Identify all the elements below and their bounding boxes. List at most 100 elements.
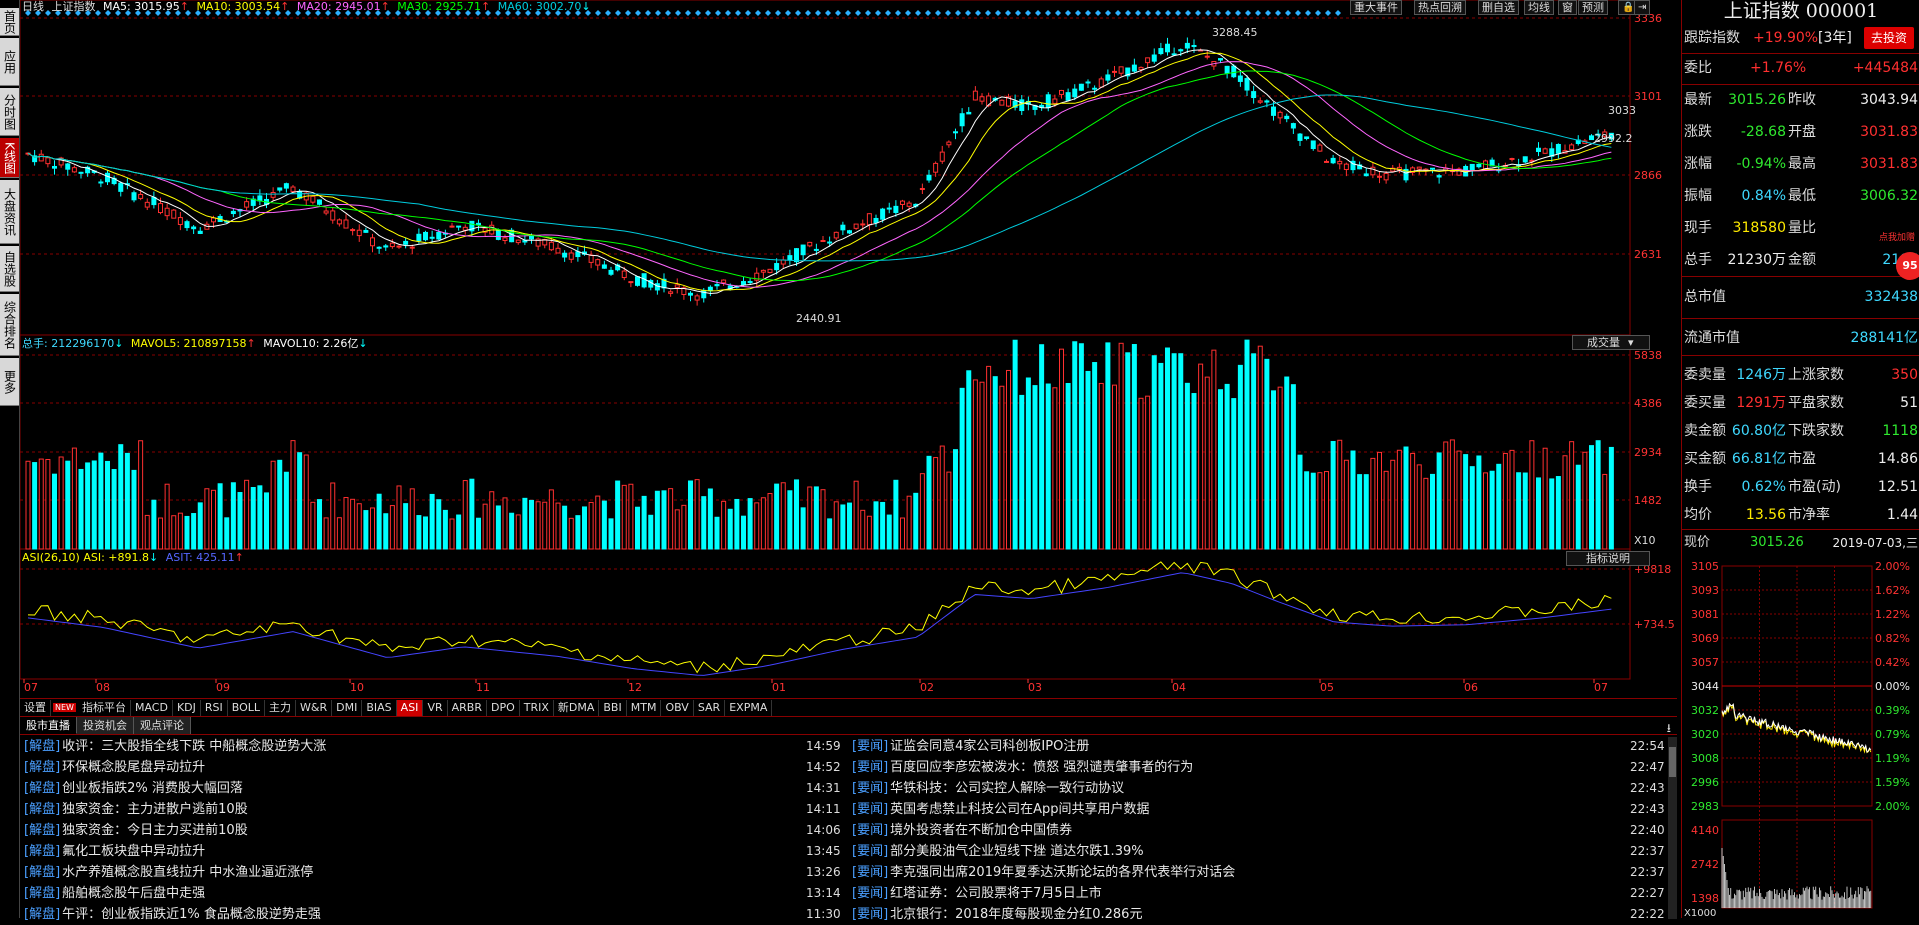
webi-pct: +1.76% (1750, 60, 1807, 76)
news-item[interactable]: [解盘] 收评：三大股指全线下跌 中船概念股逆势大涨 (24, 736, 326, 757)
indicator-tab-6[interactable]: 主力 (265, 699, 297, 716)
nav-6[interactable]: 综合排名 (0, 294, 19, 356)
nav-5[interactable]: 自选股 (0, 246, 19, 292)
nav-4[interactable]: 大盘资讯 (0, 180, 19, 244)
news-tab-2[interactable]: 观点评论 (134, 717, 191, 734)
candle-body (674, 284, 680, 288)
indicator-tab-15[interactable]: 新DMA (554, 699, 600, 716)
indicator-tab-11[interactable]: VR (423, 699, 448, 716)
quote-label: 换手 (1684, 479, 1712, 495)
invest-button[interactable]: 去投资 (1864, 27, 1915, 49)
news-title: 红塔证券：公司股票将于7月5日上市 (890, 886, 1102, 901)
quote-value: 0.62% (1741, 479, 1786, 495)
news-scrollbar[interactable] (1668, 737, 1677, 919)
indicator-tab-8[interactable]: DMI (332, 699, 363, 716)
nav-1[interactable]: 应用 (0, 38, 19, 86)
news-item[interactable]: [解盘] 创业板指跌2% 消费股大幅回落 (24, 778, 243, 799)
volume-bar (1072, 341, 1078, 550)
indicator-tab-13[interactable]: DPO (487, 699, 520, 716)
volume-bar (310, 501, 316, 550)
nav-2[interactable]: 分时图 (0, 88, 19, 136)
nav-3[interactable]: K线图 (0, 138, 19, 178)
volume-bar (1224, 383, 1230, 550)
volume-legend: 总手: 212296170↓ MAVOL5: 210897158↑ MAVOL1… (22, 337, 368, 351)
ma30-line (27, 70, 1612, 282)
news-tag: [解盘] (24, 760, 61, 775)
news-item[interactable]: [解盘] 船舶概念股午后盘中走强 (24, 883, 205, 904)
volume-bar (833, 501, 839, 550)
indicator-tab-16[interactable]: BBI (599, 699, 627, 716)
indicator-tab-10[interactable]: ASI (396, 699, 424, 716)
news-item[interactable]: [要闻] 华铁科技：公司实控人解除一致行动协议 (852, 778, 1124, 799)
news-item[interactable]: [解盘] 午评：创业板指跌近1% 食品概念股逆势走强 (24, 904, 321, 925)
toolbar-button-0[interactable]: 重大事件 (1350, 0, 1402, 15)
volume-bar (423, 516, 428, 550)
news-item[interactable]: [解盘] 独家资金：主力进散户逃前10股 (24, 799, 248, 820)
candle-body (1522, 156, 1528, 163)
indicator-tab-9[interactable]: BIAS (362, 699, 397, 716)
indicator-tab-17[interactable]: MTM (627, 699, 662, 716)
news-item[interactable]: [要闻] 李克强同出席2019年夏季达沃斯论坛的各界代表举行对话会 (852, 862, 1235, 883)
indicator-tab-0[interactable]: 设置 (20, 699, 51, 716)
news-title: 独家资金：主力进散户逃前10股 (62, 802, 248, 817)
volume-bar (1158, 362, 1164, 550)
news-item[interactable]: [解盘] 氟化工板块盘中异动拉升 (24, 841, 205, 862)
volume-bar (462, 480, 468, 550)
news-item[interactable]: [要闻] 境外投资者在不断加仓中国债券 (852, 820, 1072, 841)
candle-body (601, 264, 607, 269)
news-item[interactable]: [解盘] 独家资金：今日主力买进前10股 (24, 820, 248, 841)
news-panel: 股市直播 投资机会 观点评论 ⭳ [解盘] 收评：三大股指全线下跌 中船概念股逆势大涨… (20, 716, 1677, 922)
event-marker (685, 10, 691, 16)
candle-body (608, 269, 614, 275)
indicator-help-button[interactable]: 指标说明 (1566, 551, 1650, 566)
scrollbar-thumb[interactable] (1669, 747, 1676, 777)
indicator-tab-19[interactable]: SAR (694, 699, 726, 716)
news-item[interactable]: [解盘] 环保概念股尾盘异动拉升 (24, 757, 205, 778)
toolbar-button-1[interactable]: 热点回溯 (1414, 0, 1466, 15)
indicator-tab-7[interactable]: W&R (296, 699, 333, 716)
candle-body (853, 223, 859, 229)
news-item[interactable]: [要闻] 英国考虑禁止科技公司在App间共享用户数据 (852, 799, 1150, 820)
event-marker (845, 10, 851, 16)
index-title: 上证指数 000001 (1723, 0, 1879, 22)
candle-body (71, 167, 77, 173)
volume-bar (727, 508, 733, 550)
toolbar-button-2[interactable]: 删自选 (1478, 0, 1519, 15)
news-item[interactable]: [要闻] 百度回应李彦宏被泼水：愤怒 强烈谴责肇事者的行为 (852, 757, 1193, 778)
indicator-tab-12[interactable]: ARBR (448, 699, 487, 716)
news-item[interactable]: [解盘] 水产养殖概念股直线拉升 中水渔业逼近涨停 (24, 862, 313, 883)
indicator-tab-14[interactable]: TRIX (520, 699, 554, 716)
volume-bar (794, 479, 799, 550)
volume-bar (270, 460, 276, 550)
news-tab-1[interactable]: 投资机会 (77, 717, 134, 734)
news-item[interactable]: [要闻] 部分美股油气企业短线下挫 道达尔跌1.39% (852, 841, 1144, 862)
month-label: 07 (1594, 681, 1608, 694)
float-ad-badge[interactable]: 95 (1896, 252, 1919, 280)
toolbar-button-4[interactable]: 窗 (1558, 0, 1577, 15)
indicator-tab-2[interactable]: MACD (131, 699, 173, 716)
indicator-tab-1[interactable]: 指标平台 (78, 699, 131, 716)
indicator-tab-5[interactable]: BOLL (228, 699, 266, 716)
mini-axis-right: 1.62% (1875, 584, 1910, 597)
indicator-tab-18[interactable]: OBV (661, 699, 694, 716)
news-tab-0[interactable]: 股市直播 (20, 717, 77, 734)
indicator-tab-20[interactable]: EXPMA (725, 699, 773, 716)
axis-label: 2866 (1634, 169, 1662, 182)
nav-0[interactable]: 首页 (0, 8, 19, 36)
toolbar-button-5[interactable]: 预测 (1578, 0, 1608, 15)
volume-bar (615, 480, 621, 550)
news-item[interactable]: [要闻] 北京银行：2018年度每股现金分红0.286元 (852, 904, 1142, 925)
exit-icon[interactable]: ⇥ (1634, 0, 1651, 15)
volume-bar (926, 455, 932, 550)
event-marker (1035, 10, 1041, 16)
volume-indicator-dropdown[interactable]: 成交量 ▾ (1572, 335, 1650, 350)
nav-7[interactable]: 更多 (0, 358, 19, 406)
chart-area[interactable]: 3336 3101 2866 2631 5838 4386 2934 1482 X10 +9818… (20, 0, 1677, 700)
news-item[interactable]: [要闻] 红塔证券：公司股票将于7月5日上市 (852, 883, 1102, 904)
intraday-mini-chart[interactable]: 3105 2.00% 3093 1.62% 3081 1.22% 3069 0.82% 3057… (1682, 558, 1919, 918)
news-item[interactable]: [要闻] 证监会同意4家公司科创板IPO注册 (852, 736, 1089, 757)
volume-bar (860, 509, 866, 550)
toolbar-button-3[interactable]: 均线 (1524, 0, 1554, 15)
indicator-tab-4[interactable]: RSI (201, 699, 228, 716)
indicator-tab-3[interactable]: KDJ (173, 699, 201, 716)
